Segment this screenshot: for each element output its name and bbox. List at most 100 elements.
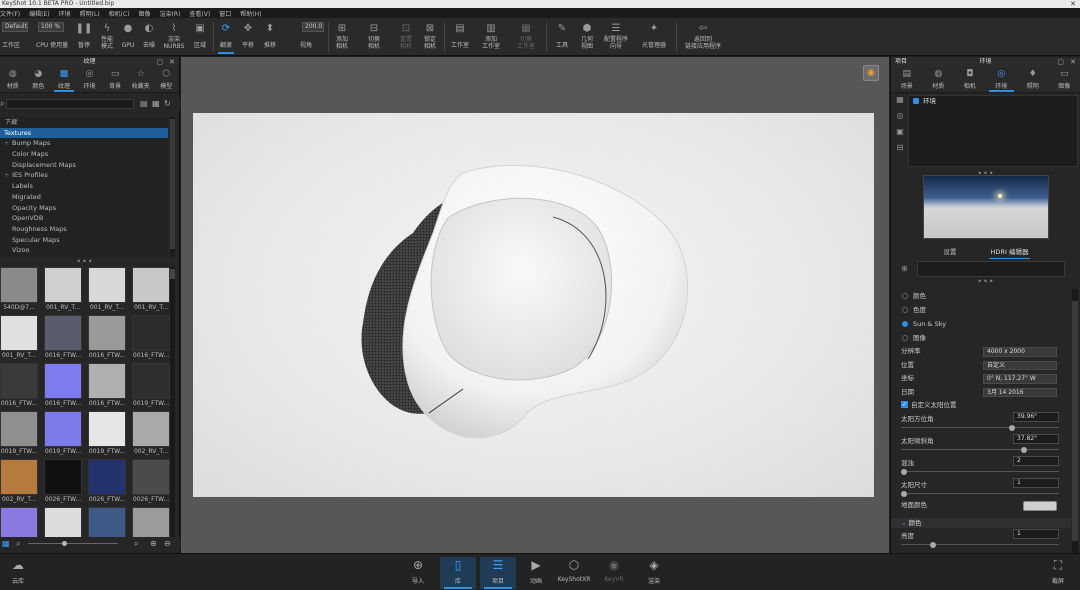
sun-size-field[interactable]: 1 <box>1013 478 1059 488</box>
pan-button[interactable]: ✥ 平移 <box>238 20 258 54</box>
location-select[interactable]: 自定义 <box>983 360 1057 370</box>
radio-gradient[interactable]: 色度 <box>891 303 1071 317</box>
slider-knob[interactable] <box>1008 424 1015 431</box>
ground-color-swatch[interactable] <box>1023 501 1057 511</box>
sun-elevation-field[interactable]: 37.82° <box>1013 434 1059 444</box>
render-nurbs-button[interactable]: ⌇ 渲染 NURBS <box>162 20 186 54</box>
menu-help[interactable]: 帮助(H) <box>240 9 261 18</box>
import-icon[interactable]: ▦ <box>152 99 160 108</box>
date-picker[interactable]: 3月 14 2016 <box>983 387 1057 397</box>
haze-field[interactable]: 2 <box>1013 456 1059 466</box>
tab-models[interactable]: ⬡ 模型 <box>153 67 179 92</box>
texture-thumbnail[interactable]: 0016_FTW... <box>88 363 126 408</box>
config-wizard-button[interactable]: ☰ 配置程序 向导 <box>600 20 632 54</box>
zoom-in-icon[interactable]: ⌕ <box>134 539 138 549</box>
region-button[interactable]: ▣ 区域 <box>190 20 210 54</box>
haze-slider[interactable] <box>901 471 1059 472</box>
texture-thumbnail[interactable]: 0016_FTW... <box>44 315 82 360</box>
slider-knob[interactable] <box>901 490 908 497</box>
tree-scrollbar[interactable] <box>170 117 175 257</box>
trash-icon[interactable]: ⊟ <box>894 143 906 155</box>
radio-color[interactable]: 颜色 <box>891 289 1071 303</box>
close-icon[interactable]: ✕ <box>169 57 175 67</box>
tree-item[interactable]: Opacity Maps <box>0 203 168 214</box>
radio-sun-sky[interactable]: Sun & Sky <box>891 317 1071 331</box>
duplicate-icon[interactable]: ▣ <box>894 127 906 139</box>
tools-button[interactable]: ✎ 工具 <box>552 20 572 54</box>
upload-icon[interactable]: ⊕ <box>150 539 157 548</box>
texture-thumbnail[interactable]: 002_RV_T... <box>132 411 170 456</box>
tree-item[interactable]: Displacement Maps <box>0 160 168 171</box>
texture-thumbnail[interactable] <box>44 507 82 537</box>
texture-thumbnail[interactable]: 0016_FTW... <box>132 315 170 360</box>
texture-thumbnail[interactable]: 0019_FTW... <box>132 363 170 408</box>
tumble-button[interactable]: ⟳ 翻滚 <box>216 20 236 54</box>
studio-button[interactable]: ▤ 工作室 <box>448 20 472 54</box>
tab-environments[interactable]: ◎ 环境 <box>77 67 103 92</box>
coordinates-field[interactable]: 0° N, 117.27° W <box>983 374 1057 384</box>
gpu-button[interactable]: ● GPU <box>120 20 136 54</box>
tree-item[interactable]: 下载 <box>0 117 168 128</box>
menu-file[interactable]: 文件(F) <box>0 9 20 18</box>
texture-thumbnail[interactable]: 0016_FTW... <box>88 315 126 360</box>
workspace-select[interactable]: Default <box>2 22 28 32</box>
crosshair-icon[interactable]: ⊕ <box>901 264 908 273</box>
cloud-library-button[interactable]: ☁ 云库 <box>0 557 36 589</box>
texture-thumbnail[interactable]: 0026_FTW... <box>88 459 126 504</box>
tab-textures[interactable]: ▩ 纹理 <box>51 67 77 92</box>
import-button[interactable]: ⊕ 导入 <box>400 557 436 589</box>
texture-thumbnail[interactable]: 0019_FTW... <box>44 411 82 456</box>
tab-image[interactable]: ▭ 图像 <box>1049 67 1080 92</box>
grid-view-icon[interactable]: ▦ <box>2 539 10 548</box>
texture-thumbnail[interactable]: 001_RV_T... <box>0 315 38 360</box>
slider-knob[interactable] <box>62 541 67 546</box>
menu-image[interactable]: 图像 <box>139 9 151 18</box>
menu-camera[interactable]: 相机(C) <box>109 9 130 18</box>
menu-lighting[interactable]: 照明(L) <box>80 9 100 18</box>
tab-camera[interactable]: ◘ 相机 <box>954 67 986 92</box>
slider-knob[interactable] <box>929 541 936 548</box>
fov-field[interactable]: 200.0 <box>302 22 324 32</box>
lock-camera-button[interactable]: ⊠ 锁定 相机 <box>418 20 442 54</box>
menu-view[interactable]: 查看(V) <box>189 9 210 18</box>
menu-window[interactable]: 窗口 <box>219 9 231 18</box>
keyvr-button[interactable]: ◉ KeyVR <box>596 557 632 589</box>
folder-icon[interactable]: ▤ <box>140 99 148 108</box>
texture-thumbnail[interactable] <box>132 507 170 537</box>
library-button[interactable]: ▯ 库 <box>440 557 476 589</box>
performance-mode-button[interactable]: ϟ 性能 模式 <box>96 20 118 54</box>
float-icon[interactable]: ▢ <box>156 57 163 67</box>
tree-item[interactable]: Labels <box>0 181 168 192</box>
tab-lighting[interactable]: ♦ 照明 <box>1017 67 1049 92</box>
sun-elevation-slider[interactable] <box>901 449 1059 450</box>
sun-size-slider[interactable] <box>901 493 1059 494</box>
resolution-select[interactable]: 4000 x 2000 <box>983 347 1057 357</box>
tab-materials[interactable]: ◍ 材质 <box>0 67 26 92</box>
texture-thumbnail[interactable]: 540D@7... <box>0 267 38 312</box>
reset-camera-button[interactable]: ⊡ 重置 相机 <box>394 20 418 54</box>
tab-settings[interactable]: 设置 <box>942 245 959 257</box>
animation-button[interactable]: ▶ 动画 <box>518 557 554 589</box>
texture-thumbnail[interactable] <box>0 507 38 537</box>
download-icon[interactable]: ⊖ <box>164 539 171 548</box>
texture-thumbnail[interactable]: 0019_FTW... <box>88 411 126 456</box>
texture-thumbnail[interactable]: 001_RV_T... <box>88 267 126 312</box>
real-time-viewport[interactable]: ◉ <box>181 57 889 553</box>
tree-item[interactable]: Color Maps <box>0 149 168 160</box>
texture-thumbnail[interactable]: 002_RV_T... <box>0 459 38 504</box>
keyshotxr-button[interactable]: ⬡ KeyShotXR <box>556 557 592 589</box>
hdri-preview[interactable] <box>923 175 1049 239</box>
tree-item[interactable]: Specular Maps <box>0 235 168 246</box>
refresh-icon[interactable]: ↻ <box>164 99 171 108</box>
light-manager-button[interactable]: ✦ 光管理器 <box>638 20 670 54</box>
splitter-handle[interactable]: ••• <box>891 277 1080 286</box>
add-environment-icon[interactable]: ▦ <box>894 95 906 107</box>
brightness-field[interactable]: 1 <box>1013 529 1059 539</box>
project-button[interactable]: ☰ 项目 <box>480 557 516 589</box>
menu-environment[interactable]: 环境 <box>59 9 71 18</box>
color-section-header[interactable]: ⌄ 颜色 <box>891 518 1071 528</box>
close-icon[interactable]: ✕ <box>1070 0 1076 8</box>
properties-scrollbar[interactable] <box>1072 289 1078 553</box>
texture-thumbnail[interactable]: 0016_FTW... <box>0 363 38 408</box>
brightness-slider[interactable] <box>901 544 1059 545</box>
